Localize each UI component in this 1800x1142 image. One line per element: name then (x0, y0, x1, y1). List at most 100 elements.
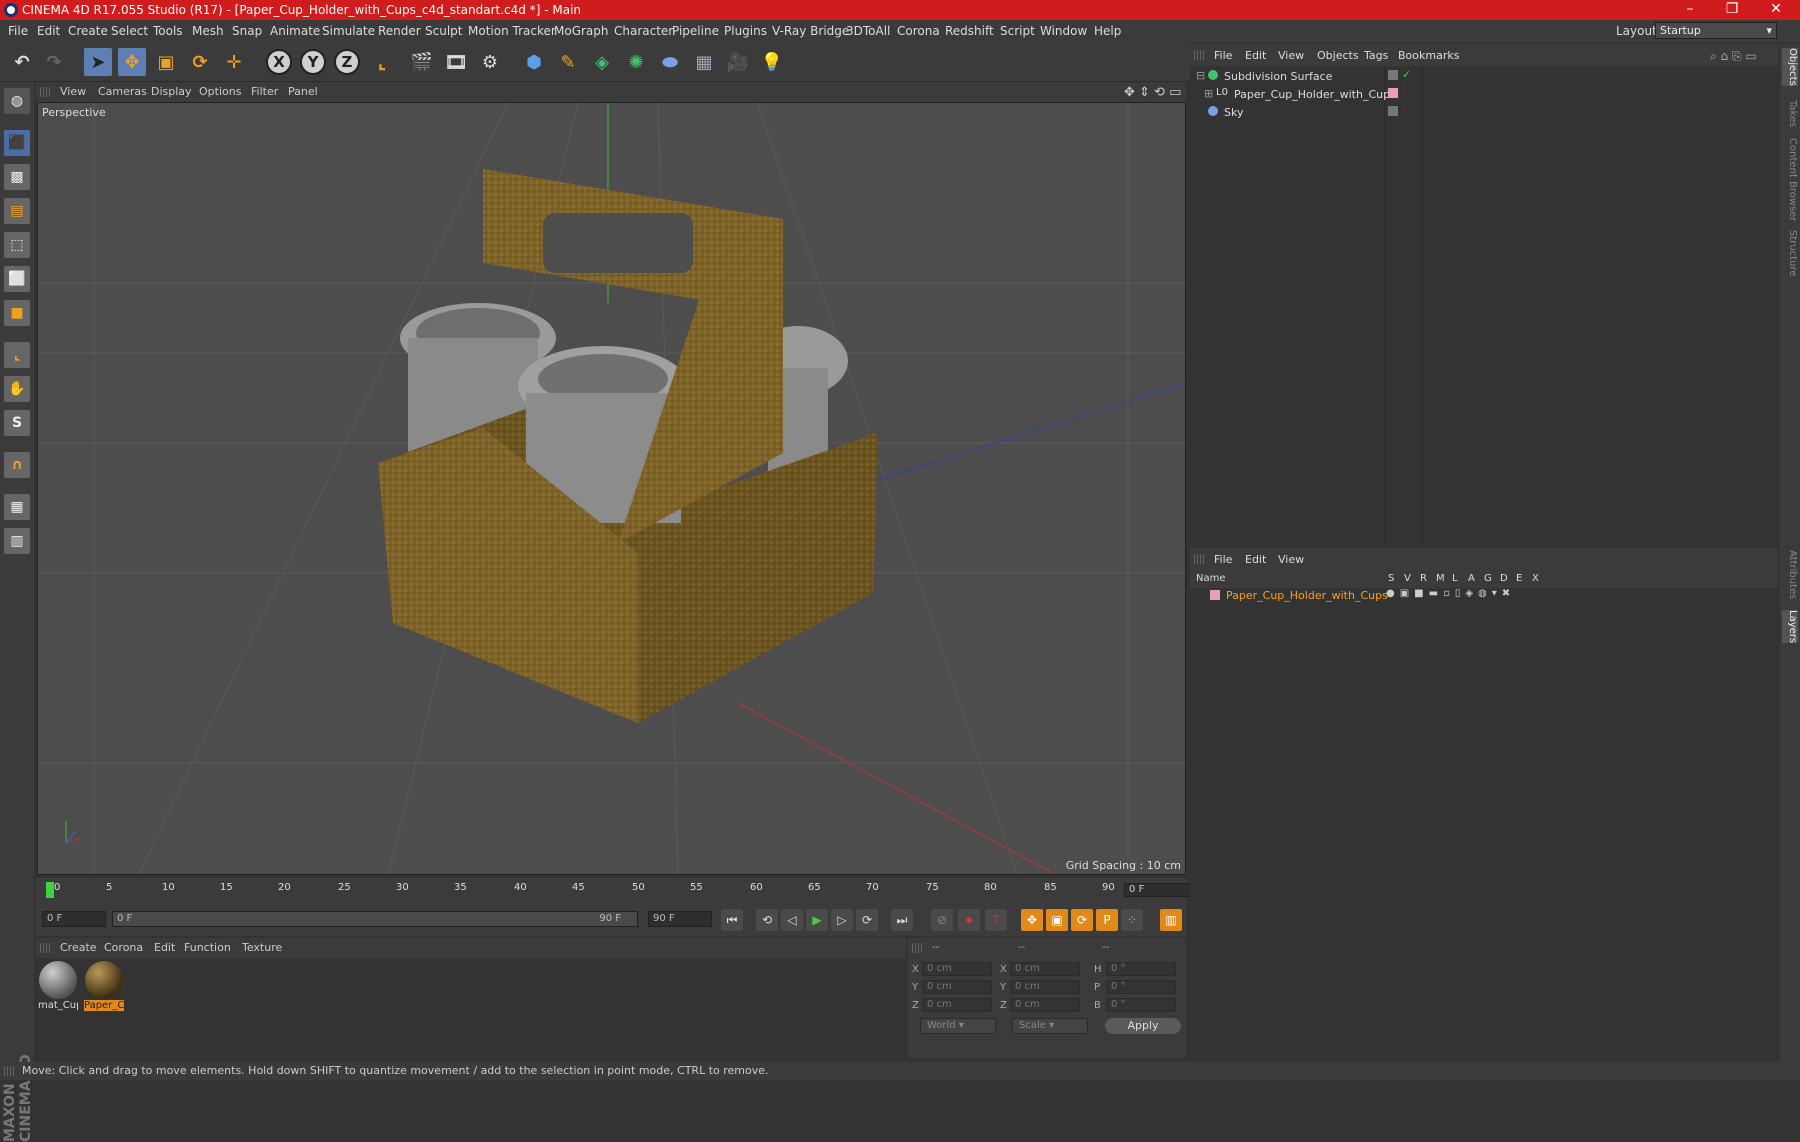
material-menu-function[interactable]: Function (184, 941, 231, 954)
redo-icon[interactable]: ↷ (40, 48, 68, 76)
move-tool-icon[interactable]: ✥ (118, 48, 146, 76)
workplane-lock-icon[interactable]: ▦ (4, 494, 30, 520)
rotate-tool-icon[interactable]: ⟳ (186, 48, 214, 76)
frame-range-slider[interactable]: 0 F 90 F (112, 911, 638, 927)
objects-menu-tags[interactable]: Tags (1364, 49, 1388, 62)
menu-3dtoall[interactable]: 3DToAll (846, 24, 890, 38)
objects-menu-file[interactable]: File (1214, 49, 1232, 62)
material-swatch[interactable]: mat_Cup (38, 960, 78, 1015)
points-mode-icon[interactable]: ⬚ (4, 232, 30, 258)
close-button[interactable]: ✕ (1756, 1, 1796, 17)
layer-row[interactable]: Paper_Cup_Holder_with_Cups ●▣■▬▫▯◈◍▾✖ (1190, 588, 1778, 604)
menu-create[interactable]: Create (68, 24, 108, 38)
material-menu-texture[interactable]: Texture (242, 941, 282, 954)
layer-icon[interactable] (1388, 106, 1398, 116)
viewport-menu-cameras[interactable]: Cameras (98, 85, 147, 98)
coordinate-system-icon[interactable]: ⌞ (368, 48, 396, 76)
menu-script[interactable]: Script (1000, 24, 1035, 38)
z-axis-button[interactable]: Z (334, 49, 360, 75)
menu-character[interactable]: Character (614, 24, 673, 38)
scale-tool-icon[interactable]: ▣ (152, 48, 180, 76)
key-scale-icon[interactable]: ▣ (1046, 909, 1068, 931)
previous-frame-icon[interactable]: ◁ (781, 909, 803, 931)
key-pla-icon[interactable]: ⁘ (1121, 909, 1143, 931)
edges-mode-icon[interactable]: ⬜ (4, 266, 30, 292)
panel-grip-icon[interactable] (4, 1066, 14, 1076)
polygons-mode-icon[interactable]: ■ (4, 300, 30, 326)
tab-attributes[interactable]: Attributes (1782, 550, 1798, 599)
viewport-menu-view[interactable]: View (60, 85, 86, 98)
apply-button[interactable]: Apply (1105, 1018, 1181, 1034)
objects-menu-view[interactable]: View (1278, 49, 1304, 62)
panel-grip-icon[interactable] (1194, 554, 1204, 564)
tab-takes[interactable]: Takes (1782, 100, 1798, 127)
position-x-field[interactable]: 0 cm (922, 962, 992, 976)
timeline-window-icon[interactable]: ▥ (1160, 909, 1182, 931)
menu-mesh[interactable]: Mesh (192, 24, 224, 38)
autokey-icon[interactable]: ⏺ (958, 909, 980, 931)
playhead-marker[interactable] (46, 882, 54, 898)
camera-icon[interactable]: 🎥 (724, 48, 752, 76)
key-param-icon[interactable]: P (1096, 909, 1118, 931)
previous-keyframe-icon[interactable]: ⟲ (756, 909, 778, 931)
tweak-mode-icon[interactable]: ✋ (4, 376, 30, 402)
grid-snap-icon[interactable]: ▥ (4, 528, 30, 554)
render-picture-viewer-icon[interactable]: 🎞 (442, 48, 470, 76)
key-position-icon[interactable]: ✥ (1021, 909, 1043, 931)
layer-toggle-icons[interactable]: ●▣■▬▫▯◈◍▾✖ (1386, 588, 1515, 599)
go-to-end-icon[interactable]: ⏭ (891, 909, 913, 931)
timeline-ruler[interactable]: 0 5 10 15 20 25 30 35 40 45 50 55 60 65 … (36, 878, 1220, 902)
menu-snap[interactable]: Snap (232, 24, 262, 38)
material-menu-corona[interactable]: Corona (104, 941, 143, 954)
search-icon[interactable]: ⌕ ⌂ ⎘ ▭ (1710, 49, 1757, 64)
x-axis-button[interactable]: X (266, 49, 292, 75)
tab-objects[interactable]: Objects (1782, 48, 1798, 86)
material-menu-edit[interactable]: Edit (154, 941, 175, 954)
menu-motion-tracker[interactable]: Motion Tracker (468, 24, 556, 38)
cube-primitive-icon[interactable]: ⬢ (520, 48, 548, 76)
select-arrow-icon[interactable]: ➤ (84, 48, 112, 76)
object-row-sky[interactable]: Sky ⁚ (1190, 104, 1778, 122)
menu-window[interactable]: Window (1040, 24, 1087, 38)
size-z-field[interactable]: 0 cm (1010, 998, 1080, 1012)
key-rotation-icon[interactable]: ⟳ (1071, 909, 1093, 931)
position-z-field[interactable]: 0 cm (922, 998, 992, 1012)
menu-animate[interactable]: Animate (270, 24, 320, 38)
deformer-icon[interactable]: ⬬ (656, 48, 684, 76)
menu-plugins[interactable]: Plugins (724, 24, 767, 38)
panel-grip-icon[interactable] (40, 943, 50, 953)
minimize-button[interactable]: – (1670, 1, 1710, 17)
enabled-check-icon[interactable]: ✓ (1402, 68, 1411, 81)
panel-grip-icon[interactable] (1194, 50, 1204, 60)
menu-corona[interactable]: Corona (897, 24, 940, 38)
size-x-field[interactable]: 0 cm (1010, 962, 1080, 976)
menu-render[interactable]: Render (378, 24, 421, 38)
objects-menu-bookmarks[interactable]: Bookmarks (1398, 49, 1459, 62)
subdivision-surface-icon[interactable]: ◈ (588, 48, 616, 76)
next-keyframe-icon[interactable]: ⟳ (856, 909, 878, 931)
y-axis-button[interactable]: Y (300, 49, 326, 75)
menu-simulate[interactable]: Simulate (322, 24, 375, 38)
objects-menu-objects[interactable]: Objects (1317, 49, 1359, 62)
expand-icon[interactable]: ⊞ (1204, 87, 1213, 100)
maximize-button[interactable]: ❐ (1712, 1, 1752, 17)
layer-color-icon[interactable] (1210, 590, 1220, 600)
visibility-dots-icon[interactable]: ⁚ (1403, 86, 1406, 96)
layer-icon[interactable] (1388, 70, 1398, 80)
menu-mograph[interactable]: MoGraph (554, 24, 609, 38)
rotation-h-field[interactable]: 0 ° (1106, 962, 1176, 976)
layers-menu-edit[interactable]: Edit (1245, 553, 1266, 566)
material-menu-create[interactable]: Create (60, 941, 97, 954)
axis-mode-icon[interactable]: ⌞ (4, 342, 30, 368)
start-frame-field[interactable]: 0 F (42, 911, 106, 927)
viewport-nav-icons[interactable]: ✥ ⇕ ⟲ ▭ (1124, 85, 1181, 100)
undo-icon[interactable]: ↶ (8, 48, 36, 76)
paper-cup-holder-model[interactable] (378, 169, 878, 723)
light-icon[interactable]: 💡 (758, 48, 786, 76)
render-settings-icon[interactable]: ⚙ (476, 48, 504, 76)
snap-magnet-icon[interactable]: ∩ (4, 452, 30, 478)
layout-select[interactable]: Startup ▾ (1655, 22, 1777, 39)
panel-grip-icon[interactable] (912, 943, 922, 953)
expand-icon[interactable]: ⊟ (1196, 69, 1205, 82)
object-row-paper-cup-holder[interactable]: ⊞ L0 Paper_Cup_Holder_with_Cups ⁚ (1190, 86, 1778, 104)
